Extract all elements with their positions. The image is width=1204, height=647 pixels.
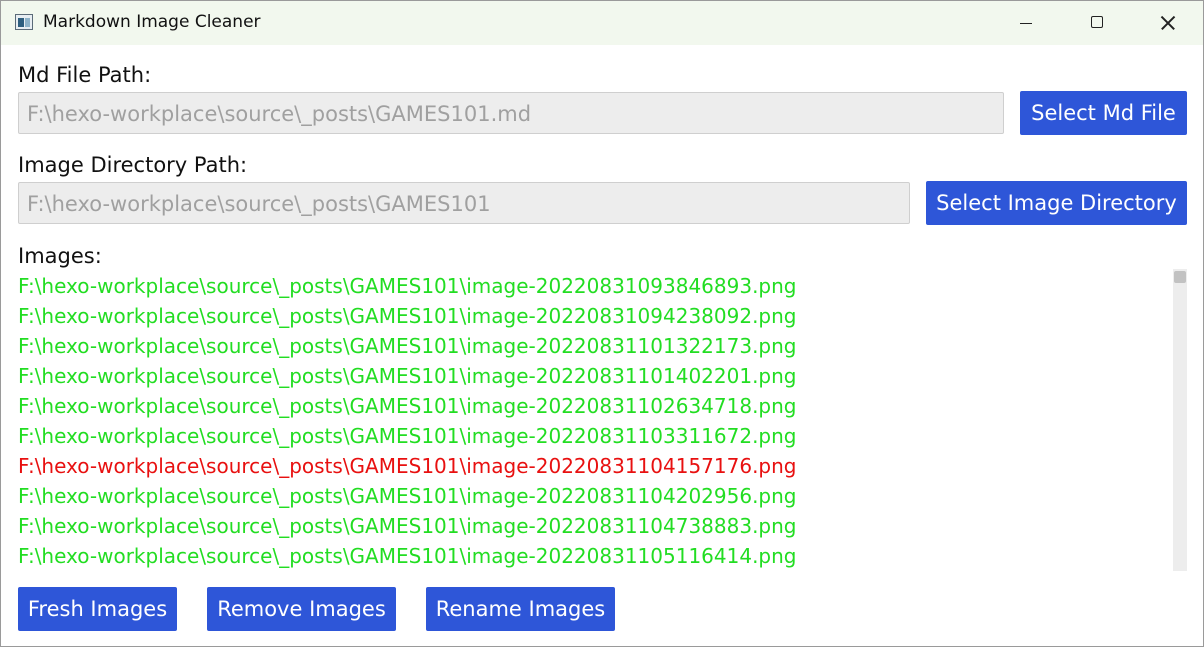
rename-images-button[interactable]: Rename Images	[426, 587, 615, 631]
title-bar: Markdown Image Cleaner	[1, 1, 1203, 45]
list-item[interactable]: F:\hexo-workplace\source\_posts\GAMES101…	[18, 301, 1168, 331]
md-file-path-label: Md File Path:	[18, 63, 152, 87]
app-window: Markdown Image Cleaner Md File Path: F:\…	[0, 0, 1204, 647]
fresh-images-button[interactable]: Fresh Images	[18, 587, 177, 631]
images-label: Images:	[18, 244, 102, 268]
minimize-icon[interactable]	[991, 1, 1061, 45]
image-list[interactable]: F:\hexo-workplace\source\_posts\GAMES101…	[18, 271, 1168, 571]
image-list-scrollbar[interactable]	[1173, 269, 1187, 571]
select-md-file-button[interactable]: Select Md File	[1020, 91, 1187, 135]
window-title: Markdown Image Cleaner	[43, 12, 261, 32]
maximize-icon[interactable]	[1062, 1, 1132, 45]
list-item[interactable]: F:\hexo-workplace\source\_posts\GAMES101…	[18, 451, 1168, 481]
select-image-directory-button[interactable]: Select Image Directory	[926, 181, 1187, 225]
list-item[interactable]: F:\hexo-workplace\source\_posts\GAMES101…	[18, 361, 1168, 391]
list-item[interactable]: F:\hexo-workplace\source\_posts\GAMES101…	[18, 331, 1168, 361]
image-directory-path-label: Image Directory Path:	[18, 153, 248, 177]
list-item[interactable]: F:\hexo-workplace\source\_posts\GAMES101…	[18, 421, 1168, 451]
md-file-path-field[interactable]: F:\hexo-workplace\source\_posts\GAMES101…	[18, 92, 1004, 134]
list-item[interactable]: F:\hexo-workplace\source\_posts\GAMES101…	[18, 481, 1168, 511]
remove-images-button[interactable]: Remove Images	[207, 587, 396, 631]
image-directory-path-field[interactable]: F:\hexo-workplace\source\_posts\GAMES101	[18, 182, 910, 224]
list-item[interactable]: F:\hexo-workplace\source\_posts\GAMES101…	[18, 511, 1168, 541]
app-icon	[15, 14, 33, 30]
list-item[interactable]: F:\hexo-workplace\source\_posts\GAMES101…	[18, 271, 1168, 301]
close-icon[interactable]	[1133, 1, 1203, 45]
scrollbar-thumb[interactable]	[1174, 271, 1186, 283]
list-item[interactable]: F:\hexo-workplace\source\_posts\GAMES101…	[18, 391, 1168, 421]
list-item[interactable]: F:\hexo-workplace\source\_posts\GAMES101…	[18, 541, 1168, 571]
